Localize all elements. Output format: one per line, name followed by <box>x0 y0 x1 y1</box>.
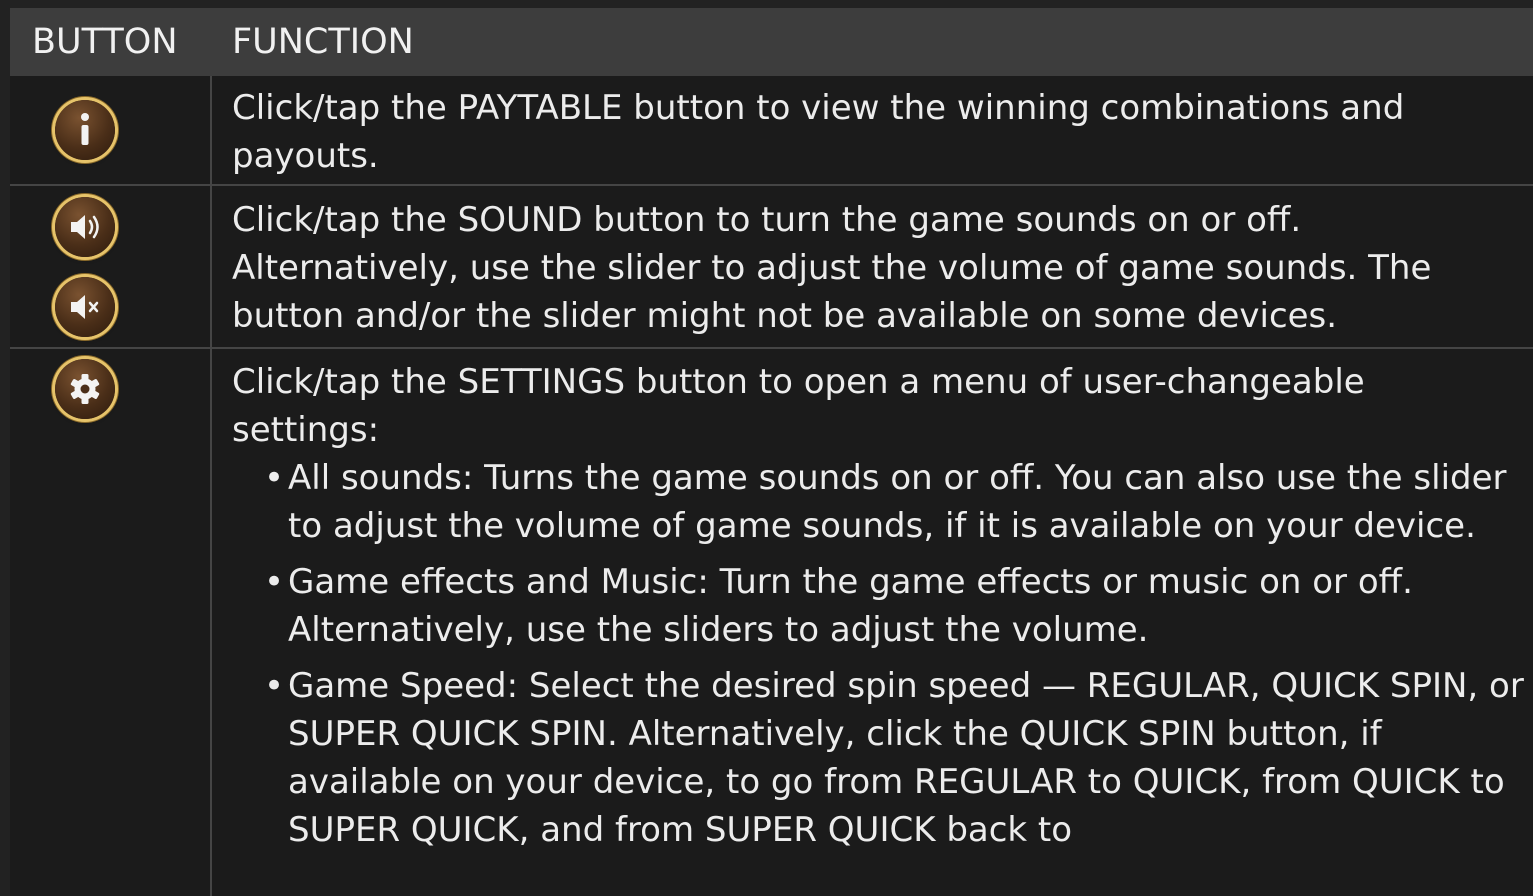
settings-description: Click/tap the SETTINGS button to open a … <box>232 362 1365 450</box>
row-divider <box>10 184 1533 186</box>
header-function: FUNCTION <box>232 22 414 62</box>
help-table: BUTTON FUNCTION Click/tap the PAYTABLE b… <box>10 8 1533 896</box>
table-header: BUTTON FUNCTION <box>10 8 1533 76</box>
gear-icon <box>55 359 115 419</box>
info-icon <box>55 100 115 160</box>
list-item: Game effects and Music: Turn the game ef… <box>264 558 1526 654</box>
header-button: BUTTON <box>32 22 178 62</box>
paytable-description: Click/tap the PAYTABLE button to view th… <box>232 88 1405 176</box>
settings-bullet-list: All sounds: Turns the game sounds on or … <box>264 454 1526 862</box>
sound-on-icon <box>55 197 115 257</box>
list-item: Game Speed: Select the desired spin spee… <box>264 662 1526 854</box>
sound-description: Click/tap the SOUND button to turn the g… <box>232 200 1432 336</box>
sound-off-icon <box>55 277 115 337</box>
list-item: All sounds: Turns the game sounds on or … <box>264 454 1526 550</box>
row-divider <box>10 347 1533 349</box>
column-divider <box>210 76 212 896</box>
